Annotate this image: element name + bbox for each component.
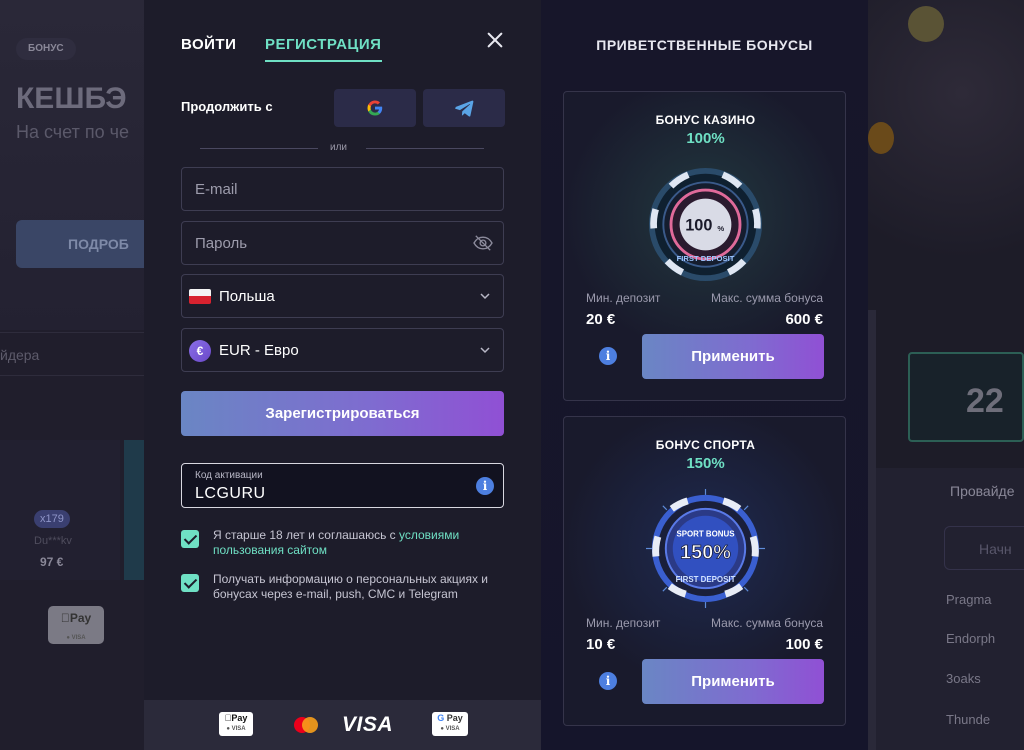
tab-login[interactable]: ВОЙТИ [181,36,236,53]
bg-provider-item: Endorph [946,631,996,646]
bg-winner-card-2 [124,440,144,580]
min-deposit-value: 20 € [586,311,616,328]
continue-with-label: Продолжить с [181,99,273,114]
bg-search-text: йдера [0,332,144,376]
payment-methods-bar: Pay ● VISA VISA G Pay ● VISA [144,700,541,750]
activation-code-value: LCGURU [195,485,266,502]
poland-flag-icon [189,289,211,304]
info-icon[interactable]: i [476,477,494,495]
consent-marketing-checkbox[interactable] [181,574,199,592]
svg-text:%: % [717,224,724,233]
bg-providers-title: Провайде [950,483,1015,499]
or-separator: или [330,142,348,153]
bonuses-title: ПРИВЕТСТВЕННЫЕ БОНУСЫ [596,37,813,53]
casino-bonus-card: БОНУС КАЗИНО 100% 100 % FIRST DEPOSIT Ми… [563,91,846,401]
bonus-name: БОНУС СПОРТА [655,438,756,452]
bg-promo-title: КЕШБЭ [16,82,127,115]
chip-subtitle: FIRST DEPOSIT [677,254,735,263]
chip-value: 100 [685,216,712,234]
bg-fruit-image [868,122,894,154]
sport-chip-icon: SPORT BONUS 150% FIRST DEPOSIT [645,488,766,609]
max-bonus-value: 600 € [785,311,823,328]
apply-casino-bonus-button[interactable]: Применить [642,334,824,379]
bg-right-column: 22 Провайде Начн Pragma Endorph 3oaks Th… [868,0,1024,750]
bonus-percent: 100% [686,130,725,147]
chip-subtitle: FIRST DEPOSIT [676,575,736,584]
apply-sport-bonus-button[interactable]: Применить [642,659,824,704]
bg-multiplier-badge: x179 [34,510,70,528]
bg-right-banner [868,0,1024,310]
bg-left-column: БОНУС КЕШБЭ На счет по че ПОДРОБ йдера x… [0,0,144,750]
bg-jackpot-box: 22 [908,352,1024,442]
bg-providers-search: Начн [944,526,1024,570]
welcome-bonuses-panel: ПРИВЕТСТВЕННЫЕ БОНУСЫ БОНУС КАЗИНО 100% … [541,0,868,750]
chip-value: 150% [680,541,731,563]
active-tab-underline [265,60,382,62]
email-field[interactable]: E-mail [181,167,504,211]
bg-provider-item: Thunde [946,712,991,727]
password-field[interactable]: Пароль [181,221,504,265]
bg-providers-panel [868,468,1024,750]
password-placeholder: Пароль [195,235,248,252]
consent-age-checkbox[interactable] [181,530,199,548]
close-icon[interactable] [485,30,505,50]
visa-logo: VISA [342,713,394,736]
bg-applepay-logo: Pay ● VISA [48,606,104,644]
consent-marketing-text: Получать информацию о персональных акция… [213,572,489,601]
max-bonus-value: 100 € [785,636,823,653]
euro-icon: € [189,340,211,362]
casino-chip-icon: 100 % FIRST DEPOSIT [648,167,763,282]
max-bonus-label: Макс. сумма бонуса [711,291,823,305]
tab-register[interactable]: РЕГИСТРАЦИЯ [265,36,381,53]
telegram-login-button[interactable] [423,89,505,127]
bg-winner-username: Du***kv [34,535,72,547]
bg-provider-item: Pragma [946,592,992,607]
bonus-percent: 150% [686,455,725,472]
chevron-down-icon [480,347,490,354]
registration-panel: ВОЙТИ РЕГИСТРАЦИЯ Продолжить с или E-mai… [144,0,541,750]
bg-bonus-badge: БОНУС [16,38,76,60]
currency-value: EUR - Евро [219,342,299,359]
telegram-icon [455,100,474,117]
google-icon [367,100,383,116]
country-select[interactable]: Польша [181,274,504,318]
bg-promo-subtitle: На счет по че [16,122,129,142]
min-deposit-label: Мин. депозит [586,616,661,630]
google-login-button[interactable] [334,89,416,127]
info-icon[interactable]: i [599,672,617,690]
chevron-down-icon [480,293,490,300]
divider-left [200,148,318,149]
mastercard-icon [294,717,318,733]
bonus-name: БОНУС КАЗИНО [655,113,756,127]
sport-bonus-card: БОНУС СПОРТА 150% SPORT BONUS 150% FIRST… [563,416,846,726]
applepay-logo: Pay ● VISA [219,712,253,736]
googlepay-logo: G Pay ● VISA [432,712,468,736]
min-deposit-value: 10 € [586,636,616,653]
max-bonus-label: Макс. сумма бонуса [711,616,823,630]
currency-select[interactable]: € EUR - Евро [181,328,504,372]
bg-mini-cards: ● VISA [66,635,86,641]
apple-icon:  [61,611,70,625]
country-value: Польша [219,288,275,305]
bg-coin-image [908,6,944,42]
bg-provider-item: 3oaks [946,671,981,686]
min-deposit-label: Мин. депозит [586,291,661,305]
consent-age-text: Я старше 18 лет и соглашаюсь с условиями… [213,528,460,557]
chip-top-text: SPORT BONUS [676,530,734,539]
bg-jackpot-value: 22 [966,382,1004,420]
activation-code-field[interactable]: Код активации LCGURU i [181,463,504,508]
email-placeholder: E-mail [195,181,238,198]
bg-more-button: ПОДРОБ [16,220,144,268]
bg-winner-amount: 97 € [40,555,64,569]
divider-right [366,148,484,149]
eye-off-icon[interactable] [472,234,494,252]
activation-code-label: Код активации [195,470,263,481]
register-button[interactable]: Зарегистрироваться [181,391,504,436]
info-icon[interactable]: i [599,347,617,365]
